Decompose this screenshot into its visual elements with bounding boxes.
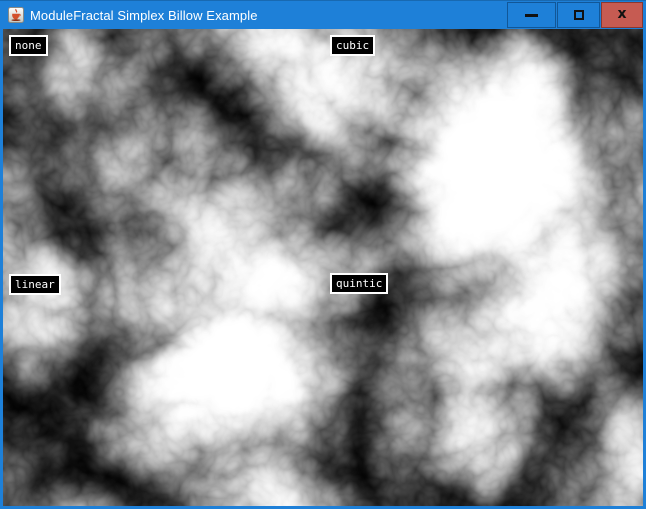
close-button[interactable]: x xyxy=(601,2,643,28)
noise-label-quintic: quintic xyxy=(330,273,388,294)
noise-canvas xyxy=(3,29,643,506)
maximize-icon xyxy=(574,10,584,20)
window-controls: x xyxy=(507,2,643,28)
noise-label-none: none xyxy=(9,35,48,56)
java-coffee-cup-icon xyxy=(8,7,24,23)
app-window: ModuleFractal Simplex Billow Example x n… xyxy=(0,0,646,509)
noise-label-cubic: cubic xyxy=(330,35,375,56)
window-title: ModuleFractal Simplex Billow Example xyxy=(30,8,258,23)
minimize-icon xyxy=(525,14,538,17)
maximize-button[interactable] xyxy=(557,2,600,28)
noise-viewport: none cubic linear quintic xyxy=(3,29,643,506)
titlebar[interactable]: ModuleFractal Simplex Billow Example x xyxy=(0,0,646,29)
noise-label-linear: linear xyxy=(9,274,61,295)
minimize-button[interactable] xyxy=(507,2,556,28)
